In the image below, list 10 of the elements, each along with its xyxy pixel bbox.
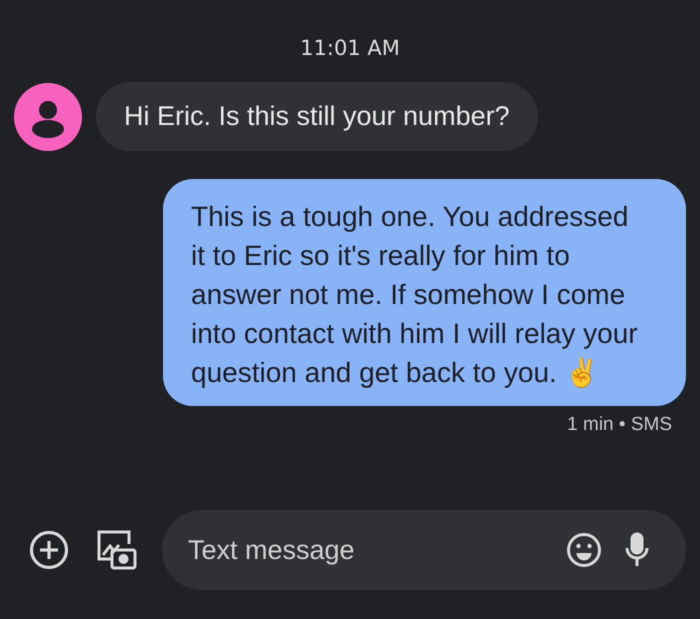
outgoing-message: This is a tough one. You addressed it to Eric so it's really for him to answer not me. If somehow I come into contact with him I will relay your question and get back to you. ✌ — [163, 179, 686, 406]
microphone-icon[interactable] — [624, 532, 650, 568]
message-status: 1 min • SMS — [567, 414, 672, 436]
timestamp: 11:01 AM — [300, 36, 400, 60]
message-box[interactable]: Text message — [162, 510, 686, 590]
add-button[interactable] — [28, 528, 70, 572]
message-field[interactable]: Text message — [186, 534, 544, 566]
gallery-camera-button[interactable] — [96, 528, 138, 572]
emoji-icon[interactable] — [566, 532, 602, 568]
incoming-message: Hi Eric. Is this still your number? — [96, 82, 538, 151]
